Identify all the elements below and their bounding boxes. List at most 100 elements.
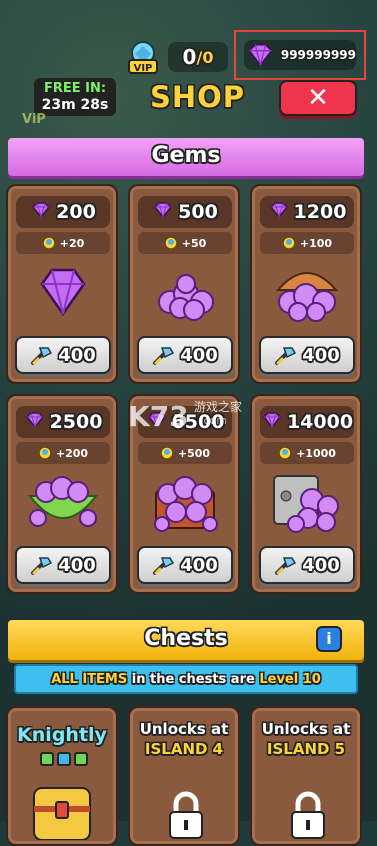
- lock-icon: [291, 791, 325, 839]
- svg-text:VIP: VIP: [134, 63, 153, 74]
- gem-amount-pill: 14000: [260, 406, 354, 438]
- watermark-text-3: .com: [200, 414, 227, 427]
- gem-balance-box[interactable]: 999999999: [234, 30, 366, 80]
- vip-bonus: +200: [16, 442, 110, 464]
- lock-icon: [169, 791, 203, 839]
- gem-icon: [268, 201, 290, 223]
- buy-button[interactable]: 400: [15, 336, 111, 374]
- gem-bag-icon: [268, 260, 346, 324]
- gem-pack-card[interactable]: 14000 +1000 400: [250, 394, 362, 594]
- unlock-label: Unlocks at: [139, 720, 229, 738]
- level-text-level: Level 10: [259, 671, 321, 687]
- price-value: 400: [302, 344, 340, 366]
- chest-card-knightly[interactable]: Knightly: [6, 706, 118, 846]
- buy-button[interactable]: 400: [259, 336, 355, 374]
- vip-coin-icon: [160, 446, 174, 460]
- watermark-text-2: 游戏之家: [194, 400, 243, 414]
- gem-pack-card[interactable]: 2500 +200 400: [6, 394, 118, 594]
- vip-bonus: +50: [138, 232, 232, 254]
- chest-rarity-dots: [40, 752, 88, 766]
- gem-icon: [24, 411, 46, 433]
- gem-amount-pill: 2500: [16, 406, 110, 438]
- gem-bowl-icon: [24, 470, 102, 534]
- gem-amount: 14000: [286, 411, 354, 433]
- gem-vault-icon: [268, 470, 346, 534]
- price-currency-icon: [152, 344, 176, 366]
- gem-single-icon: [24, 260, 102, 324]
- free-in-time: 23m 28s: [41, 97, 109, 113]
- gems-section-header: Gems: [8, 138, 364, 176]
- price-currency-icon: [274, 344, 298, 366]
- vip-coin-icon: [282, 236, 296, 250]
- level-text-all-items: ALL ITEMS: [51, 671, 128, 687]
- vip-bonus-value: +100: [299, 236, 333, 250]
- vip-progress: 0/0: [168, 42, 228, 72]
- gems-section-title: Gems: [151, 143, 221, 168]
- price-currency-icon: [30, 554, 54, 576]
- page-title: SHOP: [150, 80, 246, 114]
- vip-bonus-value: +200: [55, 446, 89, 460]
- chest-card-island-4[interactable]: Unlocks at ISLAND 4: [128, 706, 240, 846]
- gem-amount-pill: 200: [16, 196, 110, 228]
- buy-button[interactable]: 400: [137, 336, 233, 374]
- vip-small-label: ViP: [22, 112, 46, 127]
- chests-section-header: Chests i: [8, 620, 364, 660]
- price-value: 400: [180, 344, 218, 366]
- chest-knightly-icon: [33, 787, 91, 840]
- unlock-label: Unlocks at: [261, 720, 351, 738]
- unlock-island: ISLAND 4: [144, 740, 224, 758]
- buy-button[interactable]: 400: [137, 546, 233, 584]
- gem-icon: [248, 43, 273, 67]
- gem-amount: 200: [56, 201, 96, 223]
- buy-button[interactable]: 400: [259, 546, 355, 584]
- chest-level-info: ALL ITEMS in the chests are Level 10: [14, 664, 358, 694]
- price-value: 400: [180, 554, 218, 576]
- vip-badge-icon: VIP: [128, 41, 158, 74]
- gem-amount-pill: 500: [138, 196, 232, 228]
- buy-button[interactable]: 400: [15, 546, 111, 584]
- vip-bonus: +100: [260, 232, 354, 254]
- vip-coin-icon: [278, 446, 292, 460]
- price-value: 400: [302, 554, 340, 576]
- gem-amount-pill: 1200: [260, 196, 354, 228]
- free-in-label: FREE IN:: [43, 81, 107, 96]
- vip-bonus: +20: [16, 232, 110, 254]
- info-button[interactable]: i: [316, 626, 342, 652]
- vip-coin-icon: [38, 446, 52, 460]
- vip-bonus-value: +50: [181, 236, 207, 250]
- gem-pack-card[interactable]: 1200 +100 400: [250, 184, 362, 384]
- gem-amount: 1200: [293, 201, 347, 223]
- level-text-middle: in the chests are: [127, 671, 260, 687]
- vip-max-value: /0: [196, 47, 214, 67]
- gem-pack-card[interactable]: 200 +20 400: [6, 184, 118, 384]
- chests-section-title: Chests: [144, 626, 228, 651]
- vip-count-value: 0: [182, 45, 197, 69]
- unlock-island: ISLAND 5: [266, 740, 346, 758]
- close-icon: ✕: [307, 83, 329, 113]
- free-timer: FREE IN: 23m 28s: [34, 78, 116, 116]
- vip-coin-icon: [41, 236, 56, 250]
- gem-icon: [261, 411, 283, 433]
- info-icon: i: [326, 629, 332, 648]
- close-button[interactable]: ✕: [279, 80, 357, 116]
- gem-pile-icon: [146, 260, 224, 324]
- watermark-text-1: K73: [128, 400, 189, 433]
- gem-chest-icon: [146, 470, 224, 534]
- chest-card-island-5[interactable]: Unlocks at ISLAND 5: [250, 706, 362, 846]
- watermark: K73 游戏之家 .com: [128, 396, 252, 436]
- vip-bonus-value: +20: [59, 236, 85, 250]
- price-value: 400: [58, 554, 96, 576]
- vip-bonus-value: +1000: [296, 446, 336, 460]
- gem-balance: 999999999: [280, 48, 356, 62]
- chest-name: Knightly: [17, 724, 107, 746]
- vip-bonus: +1000: [260, 442, 354, 464]
- price-currency-icon: [30, 344, 54, 366]
- price-currency-icon: [274, 554, 298, 576]
- price-value: 400: [58, 344, 96, 366]
- price-currency-icon: [152, 554, 176, 576]
- gem-icon: [30, 201, 52, 223]
- vip-coin-icon: [163, 236, 178, 250]
- gem-pack-card[interactable]: 500 +50 400: [128, 184, 240, 384]
- gem-amount: 500: [178, 201, 218, 223]
- gem-icon: [152, 201, 174, 223]
